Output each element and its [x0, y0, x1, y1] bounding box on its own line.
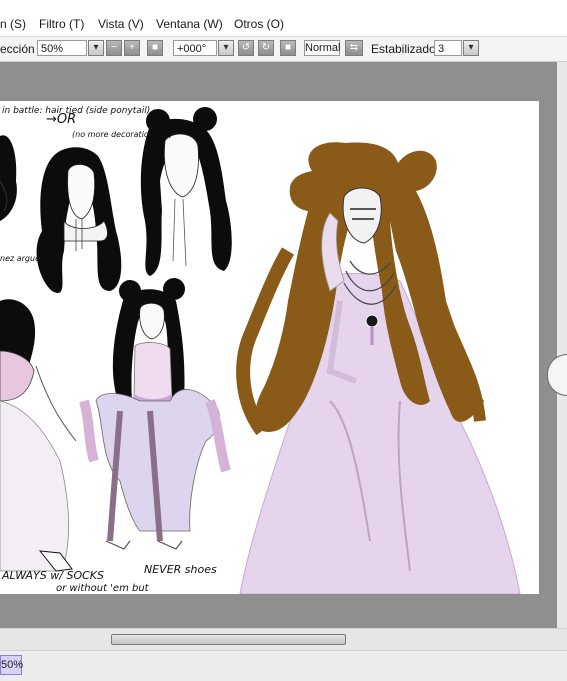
rotate-right-icon[interactable]: ↻	[258, 40, 274, 56]
rotation-reset-icon[interactable]: ■	[280, 40, 296, 56]
stabilizer-dropdown-icon[interactable]: ▾	[463, 40, 479, 56]
zoom-field[interactable]: 50%	[37, 40, 87, 56]
menu-others[interactable]: Otros (O)	[234, 17, 284, 31]
note-side: nez argue	[0, 254, 40, 263]
sketch-head-long-hair	[36, 147, 122, 293]
note-without: or without 'em but	[56, 583, 150, 594]
rotation-field[interactable]: +000°	[173, 40, 217, 56]
horizontal-scroll-thumb[interactable]	[111, 634, 346, 645]
blend-mode-button[interactable]: Normal	[304, 40, 340, 56]
vertical-scrollbar[interactable]	[557, 62, 567, 628]
menu-window[interactable]: Ventana (W)	[156, 17, 223, 31]
stabilizer-field[interactable]: 3	[434, 40, 462, 56]
sketch-figure-left	[0, 299, 77, 572]
stabilizer-label: Estabilizador	[371, 42, 440, 56]
toolbar: ección 50% ▾ − + ■ +000° ▾ ↺ ↻ ■ Normal …	[0, 37, 567, 62]
horizontal-scrollbar[interactable]	[0, 628, 567, 651]
note-or: →OR	[46, 112, 76, 127]
status-bar: 50%	[0, 650, 567, 681]
flip-horizontal-icon[interactable]: ⇆	[345, 40, 363, 56]
rotation-dropdown-icon[interactable]: ▾	[218, 40, 234, 56]
menu-filter[interactable]: Filtro (T)	[39, 17, 84, 31]
artwork: in battle: hair tied (side ponytail) →OR…	[0, 106, 521, 594]
sketch-head-partial	[0, 135, 17, 221]
zoom-reset-icon[interactable]: ■	[147, 40, 163, 56]
note-always-socks: ALWAYS w/ SOCKS	[1, 569, 104, 582]
selection-label: ección	[0, 42, 35, 56]
menu-bar: n (S) Filtro (T) Vista (V) Ventana (W) O…	[0, 0, 567, 37]
sketch-figure-middle	[79, 278, 231, 550]
zoom-dropdown-icon[interactable]: ▾	[88, 40, 104, 56]
menu-selection[interactable]: n (S)	[0, 17, 26, 31]
main-figure	[236, 142, 521, 594]
menu-view[interactable]: Vista (V)	[98, 17, 144, 31]
zoom-in-icon[interactable]: +	[124, 40, 140, 56]
zoom-out-icon[interactable]: −	[106, 40, 122, 56]
status-zoom-badge[interactable]: 50%	[0, 655, 23, 675]
note-never-shoes: NEVER shoes	[144, 563, 217, 576]
note-no-decoration: (no more decoration yet)	[72, 130, 172, 139]
drawing-canvas[interactable]: in battle: hair tied (side ponytail) →OR…	[0, 101, 539, 594]
rotate-left-icon[interactable]: ↺	[238, 40, 254, 56]
